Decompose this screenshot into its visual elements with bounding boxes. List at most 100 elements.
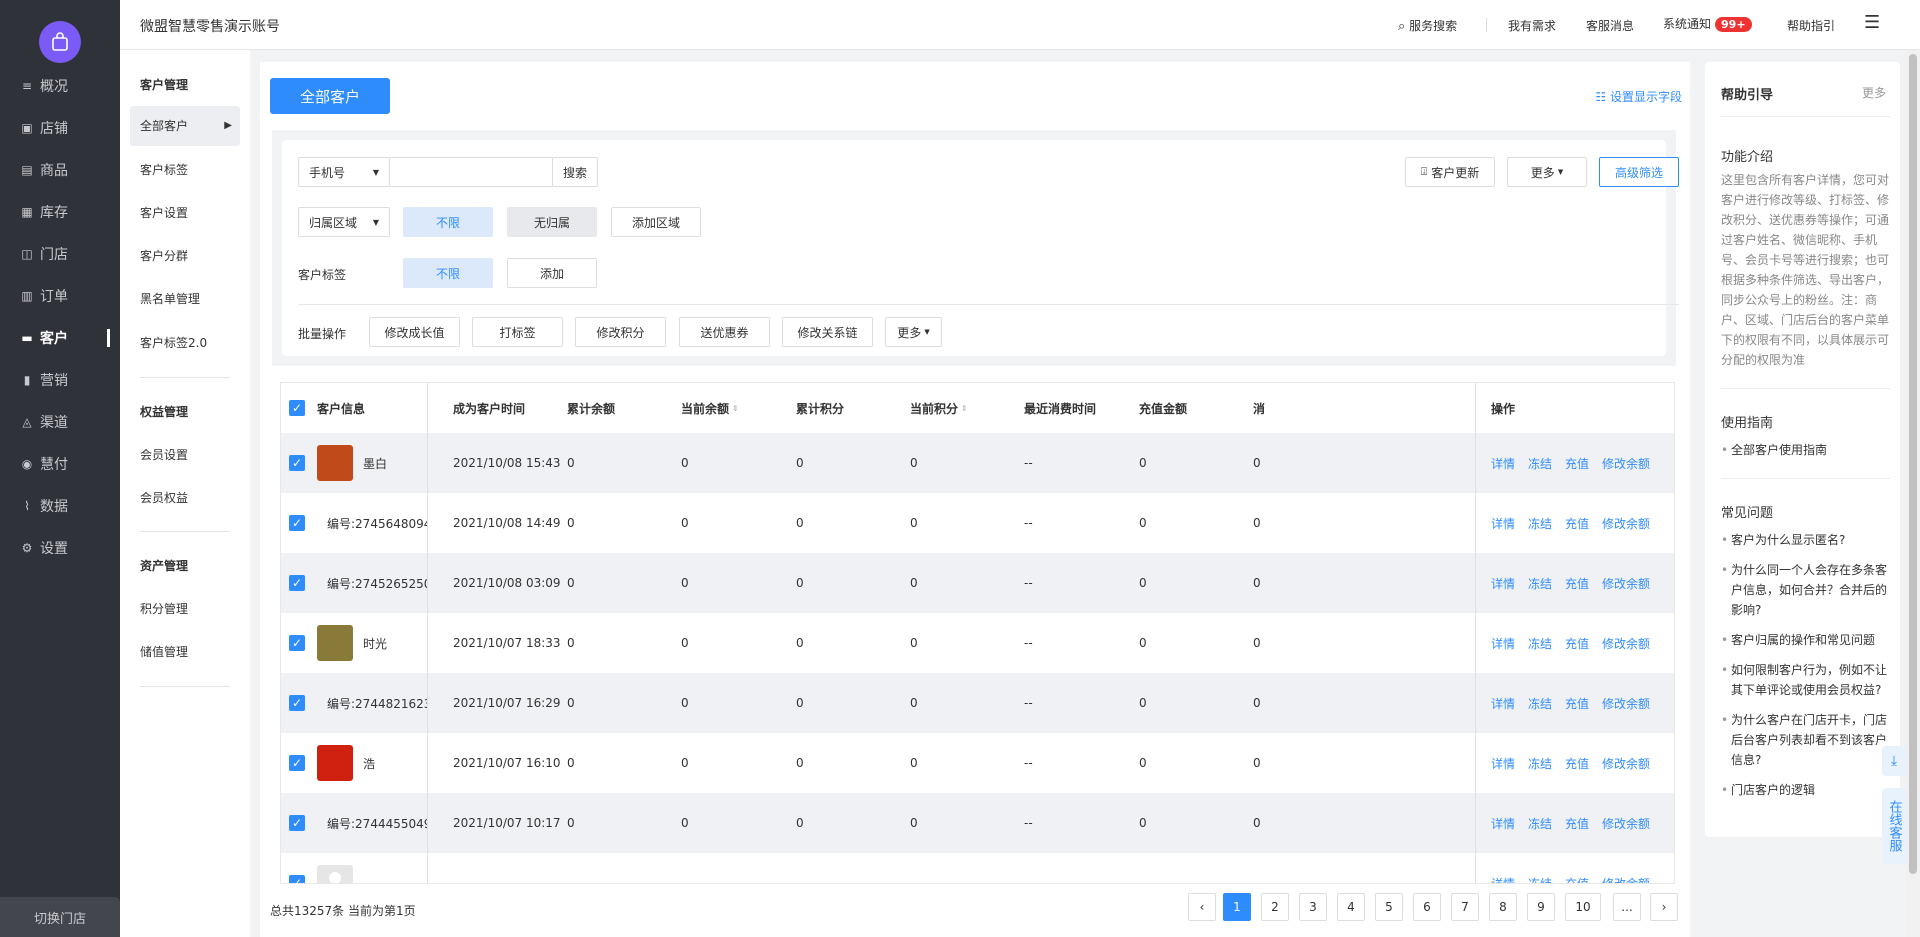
recharge-link[interactable]: 充值: [1565, 575, 1589, 592]
page-button[interactable]: 2: [1261, 893, 1289, 921]
customer-update-button[interactable]: ⍗ 客户更新: [1405, 157, 1495, 187]
edit-balance-link[interactable]: 修改余额: [1602, 575, 1650, 592]
batch-coupon-button[interactable]: 送优惠券: [679, 317, 770, 347]
recharge-link[interactable]: 充值: [1565, 635, 1589, 652]
faq-item[interactable]: 为什么客户在门店开卡，门店后台客户列表却看不到该客户信息?: [1721, 710, 1891, 770]
detail-link[interactable]: 详情: [1491, 575, 1515, 592]
edit-balance-link[interactable]: 修改余额: [1602, 515, 1650, 532]
edit-balance-link[interactable]: 修改余额: [1602, 815, 1650, 832]
faq-item[interactable]: 客户为什么显示匿名?: [1721, 530, 1891, 550]
page-button[interactable]: 7: [1451, 893, 1479, 921]
service-search-link[interactable]: ⌕ 服务搜索: [1398, 17, 1457, 34]
subnav-item-tags2[interactable]: 客户标签2.0: [140, 334, 207, 351]
col-header-current-points[interactable]: 当前积分 ⇕: [910, 383, 968, 433]
edit-balance-link[interactable]: 修改余额: [1602, 755, 1650, 772]
row-checkbox[interactable]: ✓: [289, 793, 305, 853]
switch-store-button[interactable]: 切换门店: [0, 897, 120, 937]
customer-info[interactable]: [317, 853, 363, 883]
recharge-link[interactable]: 充值: [1565, 695, 1589, 712]
page-button[interactable]: 3: [1299, 893, 1327, 921]
row-checkbox[interactable]: ✓: [289, 673, 305, 733]
recharge-link[interactable]: 充值: [1565, 455, 1589, 472]
row-checkbox[interactable]: ✓: [289, 733, 305, 793]
nav-item-order[interactable]: ▥ 订单: [0, 278, 120, 314]
subnav-item-groups[interactable]: 客户分群: [140, 247, 188, 264]
menu-icon[interactable]: ☰: [1864, 14, 1880, 32]
faq-item[interactable]: 如何限制客户行为，例如不让其下单评论或使用会员权益?: [1721, 660, 1891, 700]
nav-item-store[interactable]: ◫ 门店: [0, 236, 120, 272]
help-more-link[interactable]: 更多: [1862, 84, 1886, 101]
col-header-current-balance[interactable]: 当前余额 ⇕: [681, 383, 739, 433]
freeze-link[interactable]: 冻结: [1528, 875, 1552, 884]
customer-info[interactable]: 墨白: [317, 433, 427, 493]
freeze-link[interactable]: 冻结: [1528, 815, 1552, 832]
nav-item-customer[interactable]: ▬ 客户: [0, 320, 120, 356]
subnav-item-all-customers[interactable]: 全部客户 ▶: [130, 106, 240, 146]
add-tag-button[interactable]: 添加: [507, 258, 597, 288]
freeze-link[interactable]: 冻结: [1528, 755, 1552, 772]
customer-info[interactable]: 编号:2745648094: [317, 493, 427, 553]
detail-link[interactable]: 详情: [1491, 635, 1515, 652]
nav-item-stock[interactable]: ▦ 库存: [0, 194, 120, 230]
edit-balance-link[interactable]: 修改余额: [1602, 695, 1650, 712]
customer-info[interactable]: 编号:2745265250: [317, 553, 427, 613]
subnav-item-member-settings[interactable]: 会员设置: [140, 446, 188, 463]
subnav-item-blacklist[interactable]: 黑名单管理: [140, 290, 200, 307]
faq-item[interactable]: 门店客户的逻辑: [1721, 780, 1891, 800]
help-guide-link[interactable]: 帮助指引: [1787, 17, 1835, 34]
freeze-link[interactable]: 冻结: [1528, 695, 1552, 712]
download-float-icon[interactable]: ⤓: [1882, 746, 1906, 776]
recharge-link[interactable]: 充值: [1565, 515, 1589, 532]
page-button[interactable]: 1: [1223, 893, 1251, 921]
subnav-item-settings[interactable]: 客户设置: [140, 204, 188, 221]
page-button[interactable]: 9: [1527, 893, 1555, 921]
online-service-button[interactable]: 在线客服: [1882, 788, 1906, 864]
batch-growth-button[interactable]: 修改成长值: [369, 317, 460, 347]
prev-page-button[interactable]: ‹: [1188, 893, 1216, 921]
detail-link[interactable]: 详情: [1491, 815, 1515, 832]
region-none-option[interactable]: 无归属: [507, 207, 597, 237]
guide-link[interactable]: 全部客户使用指南: [1721, 440, 1891, 460]
detail-link[interactable]: 详情: [1491, 695, 1515, 712]
logo-icon[interactable]: [39, 21, 81, 63]
edit-balance-link[interactable]: 修改余额: [1602, 455, 1650, 472]
nav-item-pay[interactable]: ◉ 慧付: [0, 446, 120, 482]
subnav-item-member-rights[interactable]: 会员权益: [140, 489, 188, 506]
nav-item-goods[interactable]: ▤ 商品: [0, 152, 120, 188]
row-checkbox[interactable]: ✓: [289, 433, 305, 493]
nav-item-channel[interactable]: ◬ 渠道: [0, 404, 120, 440]
batch-relation-button[interactable]: 修改关系链: [782, 317, 873, 347]
display-fields-link[interactable]: ☷ 设置显示字段: [1595, 88, 1682, 105]
freeze-link[interactable]: 冻结: [1528, 455, 1552, 472]
nav-item-shop[interactable]: ▣ 店铺: [0, 110, 120, 146]
edit-balance-link[interactable]: 修改余额: [1602, 635, 1650, 652]
batch-more-dropdown[interactable]: 更多 ▼: [885, 317, 942, 347]
region-select[interactable]: 归属区域 ▼: [298, 207, 390, 237]
add-region-button[interactable]: 添加区域: [611, 207, 701, 237]
customer-info[interactable]: 时光: [317, 613, 427, 673]
batch-points-button[interactable]: 修改积分: [575, 317, 666, 347]
page-button[interactable]: ...: [1613, 893, 1641, 921]
subnav-item-points[interactable]: 积分管理: [140, 600, 188, 617]
nav-item-marketing[interactable]: ▮ 营销: [0, 362, 120, 398]
select-all-checkbox[interactable]: ✓: [289, 383, 305, 433]
freeze-link[interactable]: 冻结: [1528, 575, 1552, 592]
field-select[interactable]: 手机号 ▼: [298, 157, 390, 187]
subnav-item-stored-value[interactable]: 储值管理: [140, 643, 188, 660]
detail-link[interactable]: 详情: [1491, 515, 1515, 532]
search-input[interactable]: [389, 157, 553, 187]
nav-item-data[interactable]: ⌇ 数据: [0, 488, 120, 524]
freeze-link[interactable]: 冻结: [1528, 635, 1552, 652]
customer-info[interactable]: 编号:2744821623: [317, 673, 427, 733]
page-button[interactable]: 10: [1565, 893, 1601, 921]
page-button[interactable]: 4: [1337, 893, 1365, 921]
page-scrollbar[interactable]: [1906, 50, 1920, 937]
page-button[interactable]: 8: [1489, 893, 1517, 921]
row-checkbox[interactable]: ✓: [289, 553, 305, 613]
recharge-link[interactable]: 充值: [1565, 815, 1589, 832]
customer-info[interactable]: 编号:2744455049: [317, 793, 427, 853]
page-button[interactable]: 5: [1375, 893, 1403, 921]
service-message-link[interactable]: 客服消息: [1586, 17, 1634, 34]
detail-link[interactable]: 详情: [1491, 875, 1515, 884]
detail-link[interactable]: 详情: [1491, 455, 1515, 472]
